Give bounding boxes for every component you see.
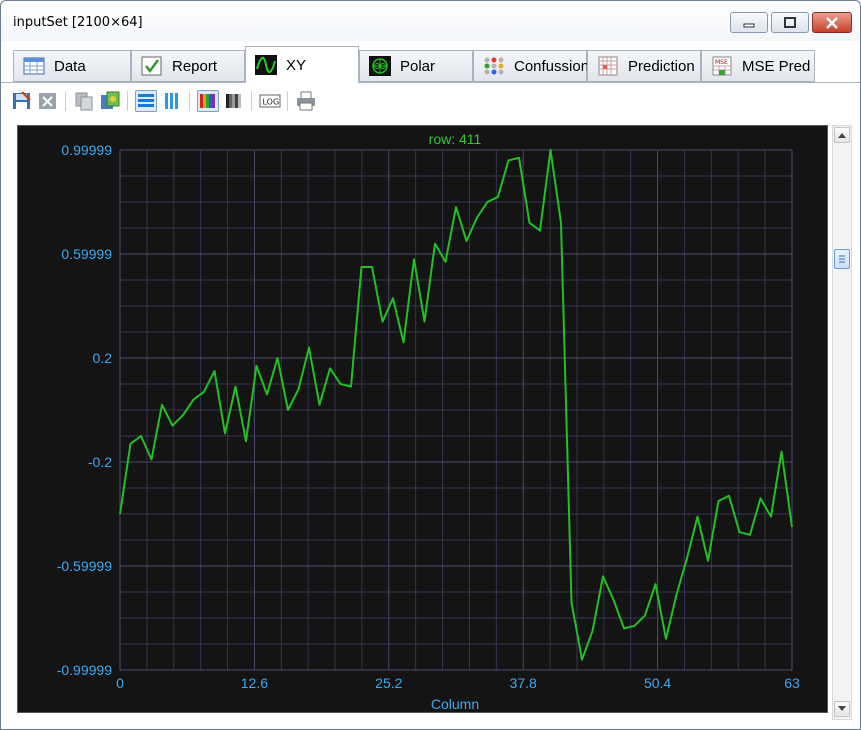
table-icon bbox=[23, 57, 45, 75]
rows-view-button[interactable] bbox=[135, 90, 157, 112]
tab-label: Polar bbox=[400, 57, 436, 75]
tab-data[interactable]: Data bbox=[13, 50, 131, 82]
grayscale-palette-icon bbox=[226, 94, 241, 108]
minimize-button[interactable] bbox=[730, 12, 768, 33]
tab-label: Data bbox=[54, 57, 86, 75]
columns-view-button[interactable] bbox=[161, 90, 183, 112]
svg-text:MSE: MSE bbox=[715, 59, 728, 66]
arrow-down-icon bbox=[838, 706, 846, 711]
toolbar-separator bbox=[287, 91, 288, 111]
print-icon bbox=[297, 91, 315, 111]
y-tick-label: 0.99999 bbox=[61, 142, 112, 158]
close-icon bbox=[826, 16, 838, 29]
grayscale-palette-button[interactable] bbox=[223, 90, 245, 112]
toolbar-separator bbox=[65, 91, 66, 111]
grid-chart-icon bbox=[598, 56, 618, 76]
grip-icon bbox=[839, 255, 845, 263]
delete-button[interactable] bbox=[37, 90, 59, 112]
log-scale-icon: LOG bbox=[259, 94, 281, 108]
tab-strip-border bbox=[1, 82, 860, 83]
color-palette-button[interactable] bbox=[197, 90, 219, 112]
tab-report[interactable]: Report bbox=[131, 50, 245, 82]
y-tick-label: 0.2 bbox=[93, 350, 113, 366]
toolbar: LOG bbox=[1, 87, 860, 117]
y-axis-ticks: 0.99999 0.59999 0.2 -0.2 -0.59999 -0.99999 bbox=[57, 142, 112, 678]
x-axis-ticks: 0 12.6 25.2 37.8 50.4 63 bbox=[116, 675, 800, 691]
checkmark-icon bbox=[141, 56, 162, 76]
dot-matrix-icon bbox=[484, 57, 504, 75]
maximize-icon bbox=[784, 16, 796, 28]
arrow-up-icon bbox=[838, 133, 846, 138]
tab-confussion[interactable]: Confussion bbox=[473, 50, 590, 82]
x-axis-title: Column bbox=[431, 696, 479, 712]
x-tick-label: 50.4 bbox=[644, 675, 671, 691]
x-tick-label: 12.6 bbox=[241, 675, 268, 691]
title-bar[interactable]: inputSet [2100×64] bbox=[1, 1, 860, 41]
save-image-button[interactable] bbox=[11, 90, 33, 112]
vertical-scrollbar[interactable] bbox=[832, 125, 852, 720]
paste-image-button[interactable] bbox=[99, 90, 121, 112]
tab-label: XY bbox=[286, 56, 307, 74]
waveform-icon bbox=[255, 55, 277, 75]
x-tick-label: 37.8 bbox=[510, 675, 537, 691]
x-tick-label: 63 bbox=[784, 675, 800, 691]
tab-label: Prediction bbox=[628, 57, 695, 75]
tab-prediction[interactable]: Prediction bbox=[587, 50, 701, 82]
scroll-up-button[interactable] bbox=[834, 127, 850, 143]
toolbar-separator bbox=[127, 91, 128, 111]
tab-mse-pred[interactable]: MSE MSE Pred bbox=[701, 50, 815, 82]
tab-label: Confussion bbox=[514, 57, 590, 75]
tab-polar[interactable]: Polar bbox=[359, 50, 473, 82]
save-image-icon bbox=[13, 91, 31, 109]
maximize-button[interactable] bbox=[771, 12, 809, 33]
log-label: LOG bbox=[263, 98, 280, 107]
scroll-down-button[interactable] bbox=[834, 701, 850, 717]
tab-bar: Data Report XY Polar Confussion Predicti… bbox=[13, 46, 853, 83]
color-palette-icon bbox=[200, 94, 215, 108]
polar-icon bbox=[369, 56, 391, 76]
toolbar-separator bbox=[189, 91, 190, 111]
paste-image-icon bbox=[101, 91, 120, 109]
tab-label: Report bbox=[172, 57, 218, 75]
xy-plot-area[interactable]: row: 411 0.99999 0.59999 0.2 -0.2 -0.59999 -0… bbox=[17, 125, 828, 713]
toolbar-separator bbox=[251, 91, 252, 111]
tab-label: MSE Pred bbox=[742, 57, 811, 75]
x-tick-label: 0 bbox=[116, 675, 124, 691]
close-button[interactable] bbox=[812, 12, 852, 33]
columns-view-icon bbox=[165, 93, 178, 109]
scroll-thumb[interactable] bbox=[834, 249, 850, 269]
chart-series bbox=[119, 149, 793, 661]
copy-icon bbox=[75, 92, 93, 111]
xy-chart[interactable]: row: 411 0.99999 0.59999 0.2 -0.2 -0.59999 -0… bbox=[18, 126, 827, 712]
y-tick-label: 0.59999 bbox=[61, 246, 112, 262]
x-tick-label: 25.2 bbox=[375, 675, 402, 691]
chart-title: row: 411 bbox=[429, 131, 482, 147]
delete-icon bbox=[39, 93, 56, 109]
copy-button[interactable] bbox=[73, 90, 95, 112]
log-scale-button[interactable]: LOG bbox=[259, 90, 281, 112]
mse-icon: MSE bbox=[712, 56, 732, 76]
y-tick-label: -0.2 bbox=[88, 454, 112, 470]
app-window: inputSet [2100×64] Data Report XY Polar bbox=[0, 0, 861, 730]
y-tick-label: -0.99999 bbox=[57, 662, 112, 678]
tab-xy[interactable]: XY bbox=[245, 46, 359, 83]
y-tick-label: -0.59999 bbox=[57, 558, 112, 574]
print-button[interactable] bbox=[295, 90, 317, 112]
window-title: inputSet [2100×64] bbox=[13, 15, 143, 30]
rows-view-icon bbox=[138, 94, 154, 107]
minimize-icon bbox=[743, 23, 755, 27]
series-line bbox=[119, 149, 793, 661]
